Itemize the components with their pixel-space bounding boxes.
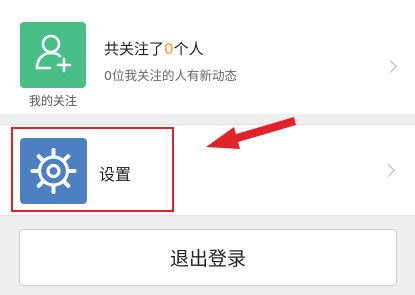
highlight-box <box>11 127 174 212</box>
follow-count: 0 <box>164 40 174 58</box>
user-add-icon <box>35 34 72 73</box>
follow-subtitle: 0位我关注的人有新动态 <box>104 68 237 83</box>
annotation-arrow-icon <box>206 117 296 149</box>
logout-button[interactable]: 退出登录 <box>19 229 397 286</box>
my-follows-label: 我的关注 <box>28 94 77 108</box>
chevron-right-icon <box>384 60 397 73</box>
follow-tile[interactable] <box>20 22 86 88</box>
follow-card[interactable]: 我的关注 共关注了0个人 0位我关注的人有新动态 <box>0 0 415 114</box>
follow-count-title: 共关注了0个人 <box>104 40 204 58</box>
divider <box>0 215 415 216</box>
